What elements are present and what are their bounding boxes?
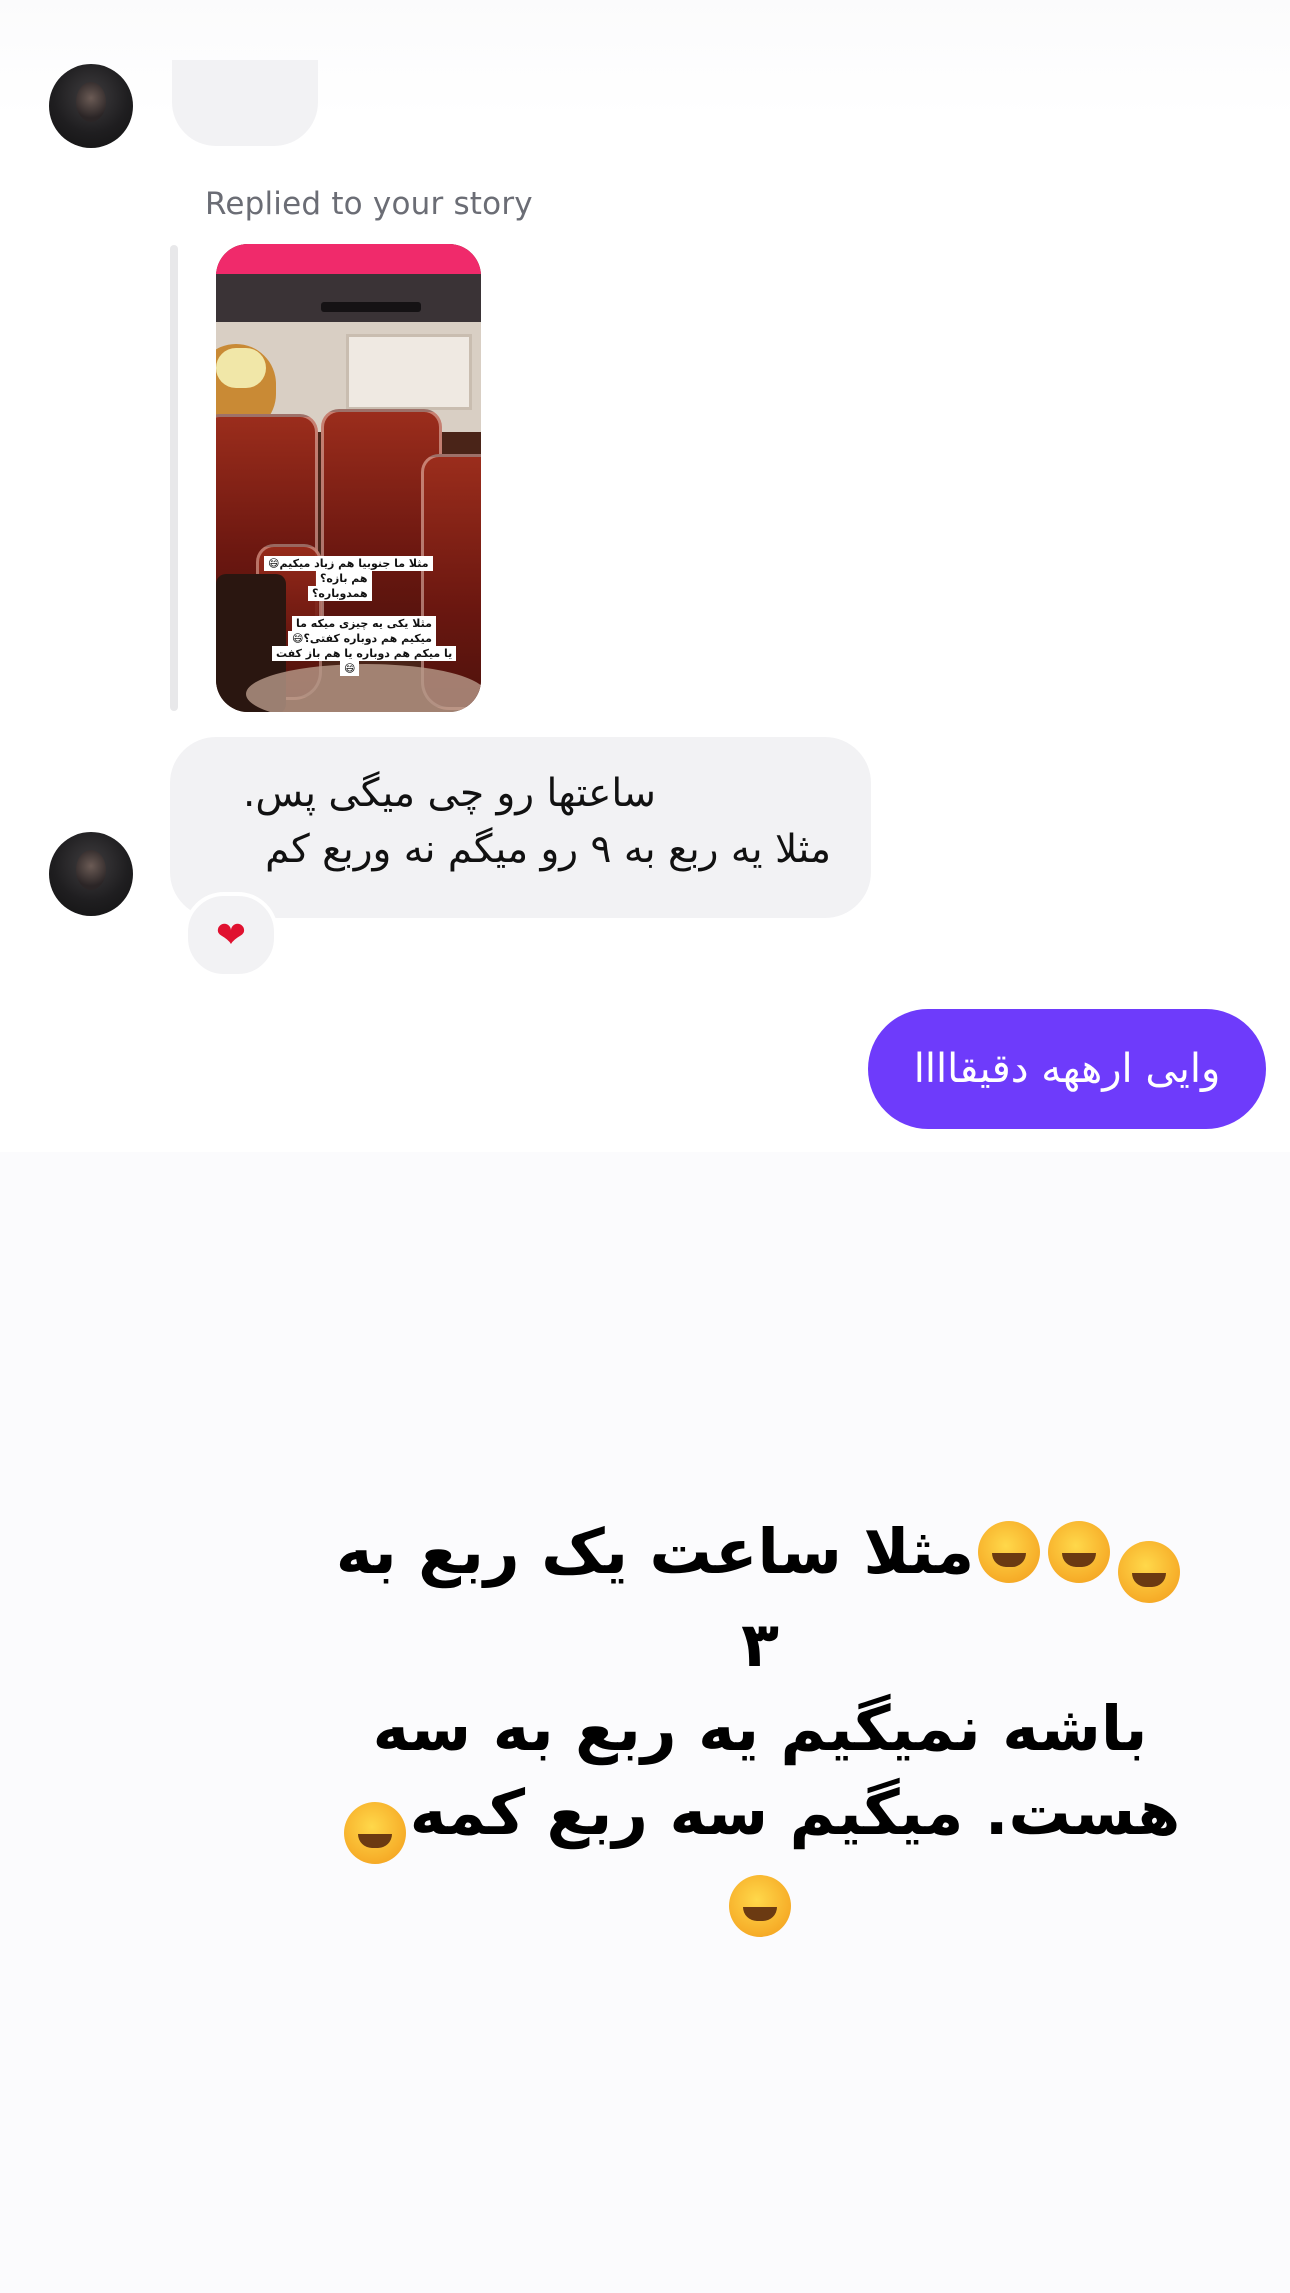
incoming-message-line: ساعتها رو چی میگی پس. [242,771,656,816]
rolling-laughing-emoji [1048,1521,1111,1583]
overlay-line-1-text: مثلا ساعت یک ربع به ۳ [335,1515,975,1681]
story-caption-line: مثلا ما جنوبیا هم زیاد میکیم😄 [264,556,433,571]
overlay-line-2: باشه نمیگیم یه ربع به سه [372,1692,1148,1765]
replied-to-story-label: Replied to your story [205,186,533,222]
story-caption-line: میکیم هم دوباره کفتی؟😄 [288,631,436,646]
sender-avatar[interactable] [49,832,133,916]
story-caption-line: 😄 [340,661,360,676]
story-caption-line: هم بازه؟ [316,571,372,586]
overlay-line-1: 🤣🤣🤣 مثلا ساعت یک ربع به ۳ [330,1510,1190,1687]
story-caption-line: یا میکم هم دوباره یا هم باز کفت [272,646,457,661]
rolling-laughing-emoji: 🤣🤣 [343,1802,406,1864]
story-thumbnail[interactable]: مثلا ما جنوبیا هم زیاد میکیم😄 هم بازه؟ ه… [216,244,481,712]
rolling-laughing-emoji [978,1521,1041,1583]
rolling-laughing-emoji: 🤣🤣🤣 [1118,1541,1181,1603]
outgoing-message-bubble[interactable]: وایی ارههه دقیقاااا [868,1009,1266,1129]
heart-reaction-icon[interactable]: ❤ [184,892,278,978]
incoming-message-bubble[interactable]: ساعتها رو چی میگی پس. مثلا یه ربع به ۹ ر… [170,737,871,918]
reply-quote-bar [170,245,178,711]
previous-message-bubble[interactable] [172,60,318,146]
overlay-caption: 🤣🤣🤣 مثلا ساعت یک ربع به ۳ باشه نمیگیم یه … [330,1510,1190,1948]
incoming-message-line: مثلا یه ربع به ۹ رو میگم نه وربع کم [265,827,831,872]
story-caption-line: مثلا یکی یه چیزی میکه ما [292,616,436,631]
rolling-laughing-emoji [729,1875,791,1937]
sender-avatar-previous[interactable] [49,64,133,148]
overlay-line-3: هست. میگیم سه ربع کمه🤣🤣 [330,1771,1190,1948]
story-caption-line: همدوباره؟ [308,586,372,601]
overlay-line-3-text: هست. میگیم سه ربع کمه [409,1776,1181,1849]
